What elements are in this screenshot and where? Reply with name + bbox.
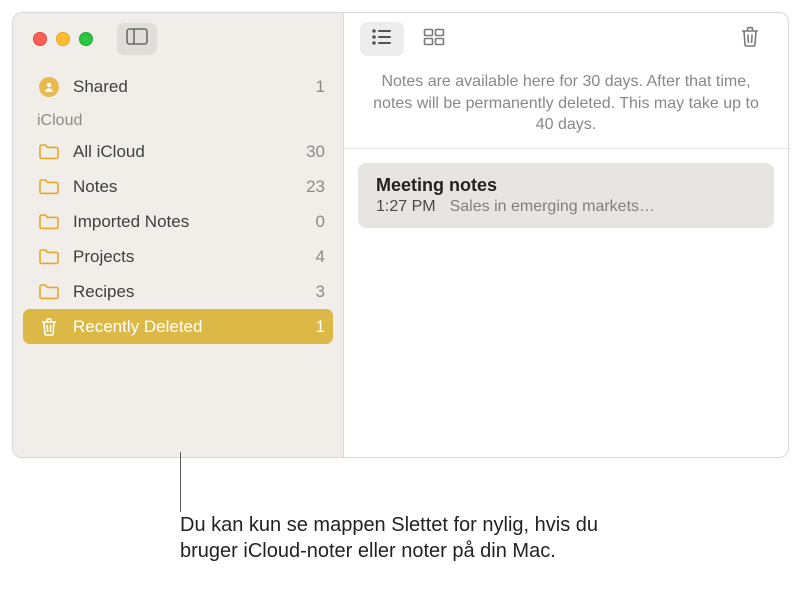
sidebar-item-count: 0 (316, 212, 325, 232)
sidebar-item-projects[interactable]: Projects 4 (13, 239, 343, 274)
sidebar-item-count: 1 (316, 77, 325, 97)
close-window-button[interactable] (33, 32, 47, 46)
folder-icon (37, 143, 61, 160)
sidebar-item-label: Recipes (73, 282, 316, 302)
trash-icon (739, 25, 761, 54)
traffic-lights (33, 32, 93, 46)
callout-text: Du kan kun se mappen Slettet for nylig, … (180, 512, 660, 564)
sidebar-item-recipes[interactable]: Recipes 3 (13, 274, 343, 309)
sidebar-item-label: Shared (73, 77, 316, 97)
recently-deleted-info: Notes are available here for 30 days. Af… (344, 65, 788, 149)
delete-note-button[interactable] (728, 22, 772, 56)
list-view-icon (371, 28, 393, 51)
sidebar-section-icloud[interactable]: iCloud (13, 104, 343, 134)
sidebar-item-notes[interactable]: Notes 23 (13, 169, 343, 204)
shared-icon (37, 77, 61, 97)
gallery-view-button[interactable] (412, 22, 456, 56)
fullscreen-window-button[interactable] (79, 32, 93, 46)
sidebar-item-label: All iCloud (73, 142, 306, 162)
list-view-button[interactable] (360, 22, 404, 56)
trash-icon (37, 317, 61, 337)
folder-icon (37, 178, 61, 195)
sidebar-item-count: 30 (306, 142, 325, 162)
callout-leader-line (180, 452, 181, 512)
folder-icon (37, 283, 61, 300)
gallery-view-icon (423, 28, 445, 51)
main-panel: Notes are available here for 30 days. Af… (344, 13, 788, 457)
note-subtitle: 1:27 PM Sales in emerging markets… (376, 198, 756, 216)
sidebar-item-all-icloud[interactable]: All iCloud 30 (13, 134, 343, 169)
titlebar (13, 13, 343, 65)
note-preview: Sales in emerging markets… (450, 198, 756, 216)
note-title: Meeting notes (376, 175, 756, 196)
sidebar-item-shared[interactable]: Shared 1 (13, 69, 343, 104)
sidebar-item-count: 4 (316, 247, 325, 267)
sidebar-item-count: 23 (306, 177, 325, 197)
toolbar (344, 13, 788, 65)
sidebar-item-label: Recently Deleted (73, 317, 316, 337)
sidebar-item-recently-deleted[interactable]: Recently Deleted 1 (23, 309, 333, 344)
note-list: Meeting notes 1:27 PM Sales in emerging … (344, 149, 788, 242)
sidebar-toggle-icon (126, 28, 148, 50)
notes-window: Shared 1 iCloud All iCloud 30 Notes 23 (12, 12, 789, 458)
folder-icon (37, 213, 61, 230)
sidebar-item-label: Projects (73, 247, 316, 267)
sidebar-item-count: 1 (316, 317, 325, 337)
sidebar: Shared 1 iCloud All iCloud 30 Notes 23 (13, 13, 344, 457)
sidebar-item-imported-notes[interactable]: Imported Notes 0 (13, 204, 343, 239)
note-item[interactable]: Meeting notes 1:27 PM Sales in emerging … (358, 163, 774, 228)
toggle-sidebar-button[interactable] (117, 23, 157, 55)
sidebar-item-label: Notes (73, 177, 306, 197)
sidebar-content: Shared 1 iCloud All iCloud 30 Notes 23 (13, 65, 343, 344)
folder-icon (37, 248, 61, 265)
sidebar-item-count: 3 (316, 282, 325, 302)
sidebar-item-label: Imported Notes (73, 212, 316, 232)
note-time: 1:27 PM (376, 198, 436, 216)
minimize-window-button[interactable] (56, 32, 70, 46)
